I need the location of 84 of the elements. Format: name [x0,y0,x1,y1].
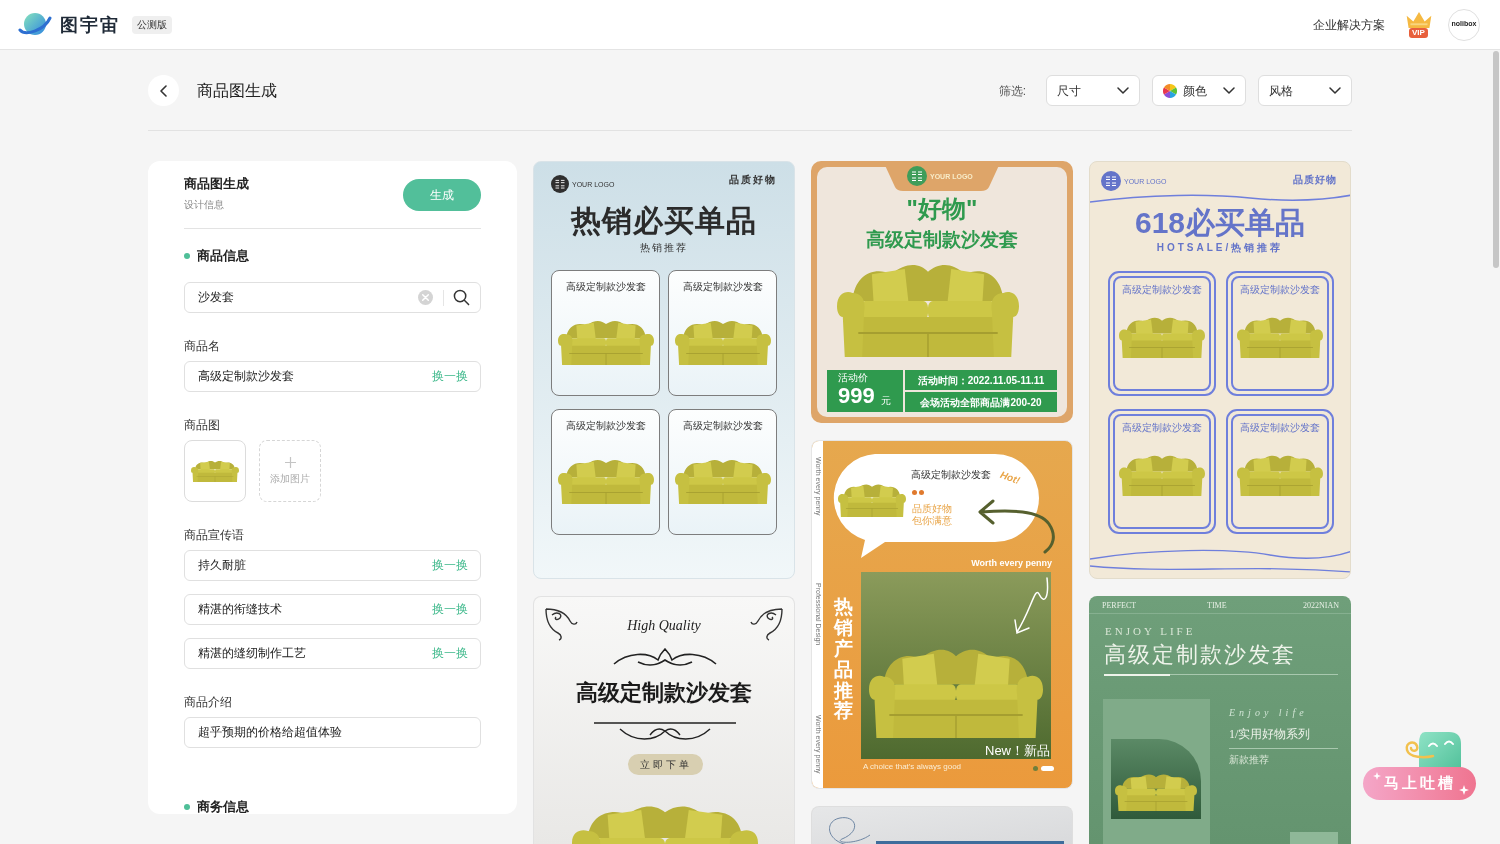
tag-text: 品质好物 [729,174,777,186]
event-time: 活动时间：2022.11.05-11.11 [905,370,1057,390]
tile-caption: 高级定制款沙发套 [565,281,646,293]
tile-caption: 高级定制款沙发套 [565,420,646,432]
planet-logo-icon [18,11,52,38]
brand-name: 图宇宙 [60,13,120,36]
hot-text: Hot! [998,468,1022,488]
filter-label: 筛选: [998,83,1026,98]
text-field[interactable]: 超乎预期的价格给超值体验 [184,717,481,748]
poster-headline: 618必买单品 [1134,205,1306,241]
plus-icon [284,457,296,468]
filter-dropdown[interactable]: 颜色 [1152,75,1246,106]
chevron-left-icon [160,84,167,97]
logo-badge-icon [1101,171,1121,191]
script-text: High Quality [627,617,701,635]
tile-caption: 高级定制款沙发套 [1122,284,1202,296]
header-caption: 2022NIAN [1303,601,1339,611]
field-label: 商品宣传语 [184,528,244,542]
logo-badge-icon [551,175,569,193]
new-label: New！新品 [985,743,1050,759]
poster-card[interactable]: High Quality 高级定制款沙发套 立即下单 [533,596,795,844]
poster-subheading: HOTSALE/热销推荐 [1156,241,1284,254]
beta-badge: 公测版 [132,15,172,34]
note-text: 新款推荐 [1229,753,1269,766]
order-button: 立即下单 [628,754,703,775]
poster-subheading: 热销推荐 [640,241,688,255]
image-thumbnail[interactable] [184,440,246,502]
bubble-title: 高级定制款沙发套 [911,469,991,481]
poster-headline: 高级定制款沙发套 [576,679,752,707]
search-icon[interactable] [453,289,470,306]
poster-headline: 高级定制款沙发套 [866,228,1018,252]
poster-card[interactable] [811,806,1073,844]
sparkle-icon [1373,772,1381,780]
script-text: Enjoy life [1229,707,1308,719]
tagline: Worth every penny [971,558,1052,569]
sofa-drawing [191,460,239,482]
tile-caption: 高级定制款沙发套 [1240,284,1320,296]
field-label: 商品介绍 [184,695,232,709]
tag-text: 品质好物 [1293,174,1337,186]
panel-title: 商品图生成 [184,175,249,193]
filter-dropdown[interactable]: 尺寸 [1046,75,1140,106]
corner-ornament-icon [544,607,580,643]
back-button[interactable] [148,75,179,106]
chevron-down-icon [1329,87,1341,94]
enterprise-link[interactable]: 企业解决方案 [1313,17,1385,32]
panel-subtitle: 设计信息 [184,198,225,212]
sofa-drawing [838,483,906,517]
sparkle-icon [1459,785,1469,795]
bubble-text: 品质好物 [912,503,952,515]
tile-caption: 高级定制款沙发套 [682,420,763,432]
poster-headline: 高级定制款沙发套 [1104,642,1296,668]
corner-ornament-icon [748,607,784,643]
field-label: 商品图 [184,418,220,432]
event-offer: 会场活动全部商品满200-20 [905,392,1057,412]
chevron-down-icon [1117,87,1129,94]
chevron-down-icon [1223,87,1235,94]
price-unit: 元 [880,394,891,408]
footer-caption: A choice that's always good [863,762,962,772]
header-caption: TIME [1207,601,1227,611]
poster-headline: 热销必买单品 [571,203,757,239]
search-field[interactable]: 沙发套 [184,282,481,313]
price-label: 活动价 [838,372,868,384]
panel-block [1290,832,1338,844]
series-text: 1/实用好物系列 [1229,727,1311,742]
bullet-icon [184,804,190,810]
tile-caption: 高级定制款沙发套 [1122,422,1202,434]
poster-quote: "好物" [906,195,978,223]
logo-badge-icon [907,166,927,186]
tile-caption: 高级定制款沙发套 [682,281,763,293]
field-label: 商品名 [184,339,220,353]
section-heading: 商务信息 [197,799,249,814]
tile-caption: 高级定制款沙发套 [1240,422,1320,434]
scrollbar-thumb[interactable] [1493,51,1499,268]
filter-dropdown[interactable]: 风格 [1258,75,1352,106]
eyebrow-text: ENJOY LIFE [1105,625,1196,638]
bubble-text: 包你满意 [912,515,952,527]
section-heading: 商品信息 [197,248,249,264]
color-wheel-icon [1163,83,1177,98]
vertical-title: 热销产品推荐 [834,597,853,723]
bullet-icon [184,253,190,259]
price-value: 999 [838,384,875,408]
crown-icon[interactable] [1404,10,1434,29]
page-title: 商品图生成 [197,80,277,101]
header-caption: PERFECT [1102,601,1137,611]
